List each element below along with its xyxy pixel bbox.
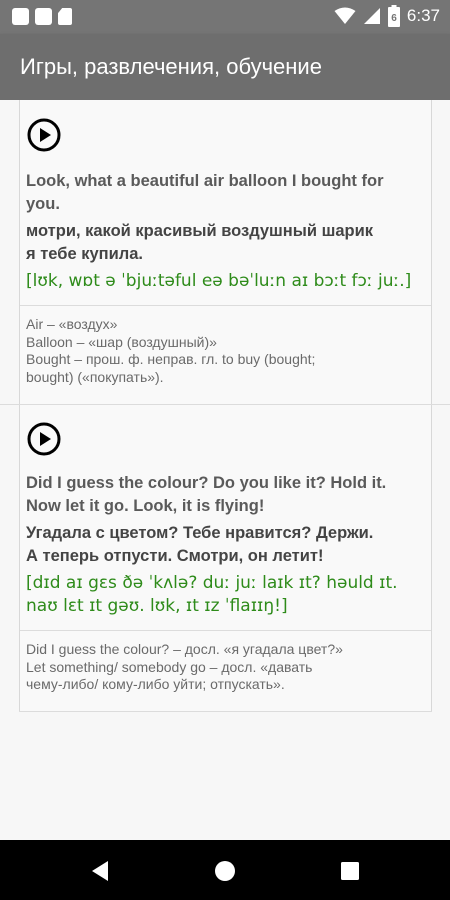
row-separator xyxy=(19,711,432,712)
battery-icon: 6 xyxy=(387,5,400,27)
signal-icon xyxy=(363,8,380,24)
transcription: [dɪd aɪ gɛs ðə ˈkʌlə? duː juː laɪk ɪt? h… xyxy=(26,572,431,618)
note-line: Bought – прош. ф. неправ. гл. to buy (bo… xyxy=(26,351,316,367)
vocabulary-notes: Air – «воздух» Balloon – «шар (воздушный… xyxy=(26,316,431,386)
transcription-line: [dɪd aɪ gɛs ðə ˈkʌlə? duː juː laɪk ɪt? h… xyxy=(26,573,398,593)
phrase-card: Look, what a beautiful air balloon I bou… xyxy=(20,100,431,404)
russian-translation: Угадала с цветом? Тебе нравится? Держи. … xyxy=(26,522,431,568)
notification-icons xyxy=(12,8,72,25)
english-phrase: Did I guess the colour? Do you like it? … xyxy=(26,472,431,518)
navigation-bar xyxy=(0,840,450,900)
phrase-card: Did I guess the colour? Do you like it? … xyxy=(20,405,431,711)
sd-card-icon xyxy=(58,8,72,25)
note-line: чему-либо/ кому-либо уйти; отпускать». xyxy=(26,676,285,692)
recents-square-icon[interactable] xyxy=(337,858,363,884)
svg-text:6: 6 xyxy=(391,13,397,24)
page-title: Игры, развлечения, обучение xyxy=(20,54,322,79)
system-icons: 6 6:37 xyxy=(334,5,440,27)
notification-icon xyxy=(12,8,29,25)
status-bar: 6 6:37 xyxy=(0,0,450,34)
english-line: Now let it go. Look, it is flying! xyxy=(26,497,265,515)
screen: 6 6:37 Игры, развлечения, обучение Look,… xyxy=(0,0,450,900)
vocabulary-notes: Did I guess the colour? – досл. «я угада… xyxy=(26,641,431,694)
note-line: Balloon – «шар (воздушный)» xyxy=(26,333,217,350)
play-audio-button[interactable] xyxy=(27,118,61,152)
english-line: Look, what a beautiful air balloon I bou… xyxy=(26,172,384,190)
english-line: Did I guess the colour? Do you like it? … xyxy=(26,474,387,492)
divider xyxy=(20,305,431,306)
english-phrase: Look, what a beautiful air balloon I bou… xyxy=(26,170,431,216)
divider xyxy=(20,630,431,631)
english-line: you. xyxy=(26,195,60,213)
russian-line: я тебе купила. xyxy=(26,245,143,263)
home-circle-icon[interactable] xyxy=(212,858,238,884)
wifi-icon xyxy=(334,7,356,24)
clock: 6:37 xyxy=(406,6,440,25)
app-bar: Игры, развлечения, обучение xyxy=(0,34,450,100)
note-line: Air – «воздух» xyxy=(26,316,118,332)
column-divider xyxy=(431,100,432,711)
note-line: Let something/ somebody go – досл. «дава… xyxy=(26,658,313,675)
back-triangle-icon[interactable] xyxy=(87,858,113,884)
russian-line: А теперь отпусти. Смотри, он летит! xyxy=(26,547,324,565)
play-audio-button[interactable] xyxy=(27,422,61,456)
transcription-line: naʊ lɛt ɪt gəʊ. lʊk, ɪt ɪz ˈflaɪɪŋ!] xyxy=(26,596,288,616)
notification-icon xyxy=(35,8,52,25)
transcription-line: [lʊk, wɒt ə ˈbjuːtəful eə bəˈluːn aɪ bɔː… xyxy=(26,271,412,291)
note-line: Did I guess the colour? – досл. «я угада… xyxy=(26,641,343,657)
russian-line: Угадала с цветом? Тебе нравится? Держи. xyxy=(26,524,374,542)
russian-translation: мотри, какой красивый воздушный шарик я … xyxy=(26,220,431,266)
russian-line: мотри, какой красивый воздушный шарик xyxy=(26,222,373,240)
note-line: bought) («покупать»). xyxy=(26,368,164,385)
phrase-list[interactable]: Look, what a beautiful air balloon I bou… xyxy=(0,100,450,840)
transcription: [lʊk, wɒt ə ˈbjuːtəful eə bəˈluːn aɪ bɔː… xyxy=(26,270,431,293)
